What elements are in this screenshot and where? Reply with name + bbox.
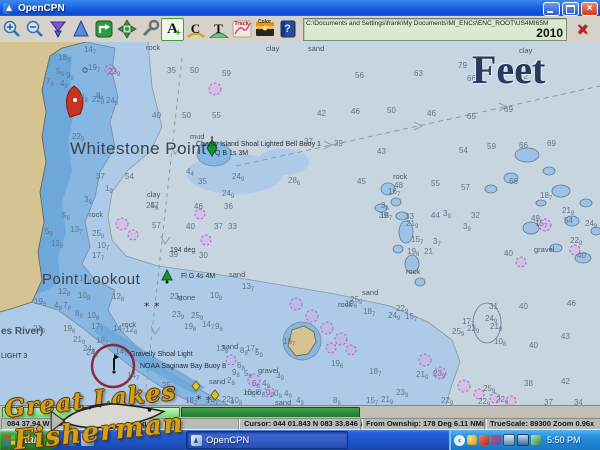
opencpn-app-icon (3, 3, 14, 14)
restore-icon (566, 5, 575, 14)
follow-icon (117, 19, 137, 39)
system-tray: ‹ 5:50 PM (449, 430, 600, 450)
zoom-out-icon (25, 19, 45, 39)
opencpn-window: OpenCPN × A + (0, 0, 600, 450)
start-label: start (18, 434, 42, 446)
status-bar: 084 37.94 W SOG: 51 kts COG: 263 Deg Cur… (0, 417, 600, 430)
close-icon: × (582, 2, 597, 15)
zoom-in-icon (2, 19, 22, 39)
svg-text:*: * (144, 300, 150, 313)
restore-button[interactable] (562, 2, 579, 16)
opencpn-task-label: OpenCPN (206, 435, 249, 446)
tray-chevron-icon[interactable]: ‹ (454, 435, 465, 446)
tray-icon-1[interactable] (467, 435, 477, 445)
route-button[interactable] (92, 18, 115, 41)
quick-launch (64, 433, 94, 446)
chart-year: 2010 (536, 26, 563, 40)
tray-icon-network[interactable] (517, 434, 529, 446)
quicklaunch-ie-icon[interactable] (64, 433, 77, 446)
text-labels-button[interactable]: A + (161, 18, 184, 41)
wrench-icon (140, 19, 160, 39)
toolbar-close-button[interactable]: × (571, 19, 591, 39)
zoom-in-button[interactable] (0, 18, 23, 41)
status-scale: TrueScale: 89300 Zoom 0.96x (484, 418, 600, 430)
tray-icon-display[interactable] (503, 434, 515, 446)
opencpn-task-icon (191, 435, 202, 446)
scale-in-button[interactable] (69, 18, 92, 41)
minimize-icon (547, 11, 553, 13)
toolbar: A + C T Track Color ? C:\Documents and S… (0, 16, 600, 43)
chart-canvas: * * * * (0, 42, 600, 405)
chart-viewport[interactable]: **** 35505940505579566366724246504665693… (0, 42, 600, 405)
ownship-center-dot (73, 98, 77, 102)
close-button[interactable]: × (581, 2, 598, 16)
toolbar-close-icon: × (577, 19, 588, 39)
current-icon: C (191, 21, 200, 37)
chart-info-box: C:\Documents and Settings\frank\My Docum… (303, 18, 567, 41)
minimize-button[interactable] (543, 2, 560, 16)
scale-in-icon (71, 19, 91, 39)
windows-flag-icon (5, 434, 15, 445)
svg-text:*: * (154, 300, 160, 313)
taskbar-clock: 5:50 PM (547, 435, 581, 445)
scale-out-button[interactable] (46, 18, 69, 41)
plus-icon: + (175, 28, 181, 39)
chart-path: C:\Documents and Settings\frank\My Docum… (306, 20, 548, 27)
tide-icon: T (214, 21, 223, 37)
scale-out-icon (48, 19, 68, 39)
svg-text:*: * (206, 394, 212, 405)
route-icon (94, 19, 114, 39)
tides-button[interactable]: T (207, 18, 230, 41)
color-label: Color (258, 19, 271, 25)
tray-icon-4[interactable] (531, 435, 541, 445)
status-ship: 084 37.94 W SOG: 51 kts COG: 263 Deg (1, 418, 240, 430)
title-bar[interactable]: OpenCPN × (0, 0, 600, 16)
window-title: OpenCPN (18, 3, 65, 14)
track-label: Track (234, 21, 248, 27)
svg-text:*: * (196, 393, 202, 405)
currents-button[interactable]: C (184, 18, 207, 41)
quicklaunch-desktop-icon[interactable] (81, 433, 94, 446)
zoom-out-button[interactable] (23, 18, 46, 41)
status-cursor: Cursor: 044 01.843 N 083 33.846 W (238, 418, 363, 430)
status-from-ownship: From Ownship: 178 Deg 6.11 NMi (360, 418, 487, 430)
tray-icon-2[interactable] (479, 435, 489, 445)
follow-button[interactable] (115, 18, 138, 41)
track-button[interactable]: Track (230, 18, 253, 41)
start-button[interactable]: start (0, 430, 58, 450)
help-button[interactable]: ? (276, 18, 299, 41)
taskbar: start OpenCPN ‹ 5:50 PM (0, 430, 600, 450)
taskbar-opencpn-button[interactable]: OpenCPN (186, 431, 348, 449)
help-icon: ? (284, 23, 291, 35)
settings-button[interactable] (138, 18, 161, 41)
color-scheme-button[interactable]: Color (253, 18, 276, 41)
tray-icon-3[interactable] (491, 435, 501, 445)
